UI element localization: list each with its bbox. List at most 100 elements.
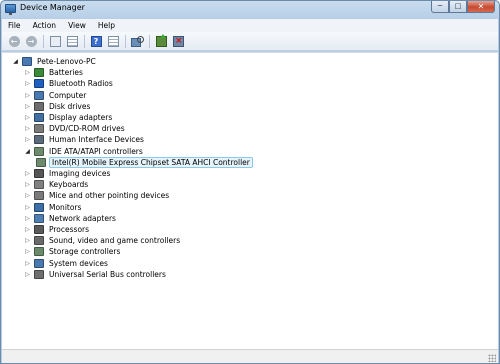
computer-icon: [22, 57, 32, 66]
properties-button[interactable]: [65, 34, 79, 48]
tree-child-item[interactable]: Intel(R) Mobile Express Chipset SATA AHC…: [36, 156, 253, 168]
tree-category[interactable]: ▷ Sound, video and game controllers: [24, 235, 182, 246]
back-icon: ←: [8, 35, 20, 47]
minimize-button[interactable]: ─: [431, 1, 449, 13]
expand-arrow-icon[interactable]: ▷: [24, 260, 31, 267]
tree-category[interactable]: ▷ Network adapters: [24, 213, 118, 224]
tree-category[interactable]: ▷ Monitors: [24, 202, 83, 213]
back-button[interactable]: ←: [7, 34, 21, 48]
tree-category[interactable]: ▷ Processors: [24, 224, 91, 235]
view-button[interactable]: [106, 34, 120, 48]
toolbar-separator: [84, 34, 85, 48]
tree-category[interactable]: ▷ Batteries: [24, 67, 85, 78]
tree-item-label: System devices: [49, 258, 108, 268]
minimize-icon: ─: [437, 2, 443, 10]
status-bar: [2, 349, 498, 363]
toolbar-separator: [43, 34, 44, 48]
tree-item-label: Batteries: [49, 68, 83, 78]
expand-arrow-icon[interactable]: ▷: [24, 248, 31, 255]
system-device-icon: [34, 258, 44, 268]
usb-icon: [34, 269, 44, 279]
scan-hardware-button[interactable]: [130, 34, 144, 48]
show-hide-tree-button[interactable]: [48, 34, 62, 48]
expand-arrow-icon[interactable]: ▷: [24, 237, 31, 244]
device-tree-pane[interactable]: ◢ Pete-Lenovo-PC ▷ Batteries ▷ Bluetooth Ra…: [2, 52, 498, 349]
expand-arrow-icon[interactable]: ▷: [24, 80, 31, 87]
tree-root-label: Pete-Lenovo-PC: [37, 57, 96, 66]
tree-item-label: Intel(R) Mobile Express Chipset SATA AHC…: [49, 156, 253, 168]
tree-category[interactable]: ▷ Mice and other pointing devices: [24, 190, 171, 201]
tree-item-label: Imaging devices: [49, 169, 111, 178]
tree-category[interactable]: ▷ Keyboards: [24, 179, 90, 190]
tree-category[interactable]: ▷ System devices: [24, 258, 110, 269]
dvd-drive-icon: [34, 124, 44, 134]
expand-arrow-icon[interactable]: ▷: [24, 125, 31, 132]
tree-category[interactable]: ▷ Disk drives: [24, 101, 92, 112]
tree-item-label: Keyboards: [49, 180, 89, 190]
menu-bar: File Action View Help: [2, 19, 498, 32]
maximize-button[interactable]: □: [449, 1, 467, 13]
menu-file[interactable]: File: [2, 21, 27, 30]
close-icon: ✕: [477, 1, 485, 11]
maximize-icon: □: [454, 2, 462, 10]
expand-arrow-icon[interactable]: ▷: [24, 170, 31, 177]
battery-icon: [34, 68, 44, 78]
menu-view[interactable]: View: [62, 21, 92, 30]
expand-arrow-icon[interactable]: ▷: [24, 181, 31, 188]
menu-help[interactable]: Help: [92, 21, 121, 30]
toolbar-separator: [149, 34, 150, 48]
menu-action[interactable]: Action: [27, 21, 63, 30]
tree-item-label: Storage controllers: [49, 247, 121, 257]
tree-item-label: Computer: [49, 90, 87, 100]
tree-item-label: Processors: [49, 225, 90, 234]
collapse-arrow-icon[interactable]: ◢: [24, 148, 31, 155]
tree-item-label: Sound, video and game controllers: [49, 236, 181, 246]
tree-category[interactable]: ▷ Display adapters: [24, 112, 114, 123]
close-button[interactable]: ✕: [467, 1, 495, 13]
expand-arrow-icon[interactable]: ▷: [24, 114, 31, 121]
forward-button[interactable]: →: [24, 34, 38, 48]
tree-category[interactable]: ▷ Imaging devices: [24, 168, 112, 179]
expand-arrow-icon[interactable]: ▷: [24, 271, 31, 278]
tree-category[interactable]: ▷ Bluetooth Radios: [24, 78, 115, 89]
expand-arrow-icon[interactable]: ▷: [24, 69, 31, 76]
uninstall-button[interactable]: ×: [171, 34, 185, 48]
camera-icon: [34, 169, 44, 178]
update-driver-button[interactable]: [154, 33, 168, 48]
device-manager-app-icon: [5, 4, 16, 15]
tree-item-label: Network adapters: [49, 213, 116, 223]
tree-category[interactable]: ◢ IDE ATA/ATAPI controllers: [24, 146, 145, 157]
expand-arrow-icon[interactable]: ▷: [24, 103, 31, 110]
title-bar[interactable]: Device Manager ─ □ ✕: [1, 1, 499, 17]
tree-category[interactable]: ▷ Universal Serial Bus controllers: [24, 269, 168, 280]
update-driver-icon: [155, 33, 167, 47]
tree-category[interactable]: ▷ Computer: [24, 90, 88, 101]
expand-arrow-icon[interactable]: ▷: [24, 204, 31, 211]
forward-icon: →: [25, 35, 37, 47]
tree-item-label: DVD/CD-ROM drives: [49, 124, 125, 134]
disk-drive-icon: [34, 101, 44, 111]
expand-arrow-icon[interactable]: ▷: [24, 92, 31, 99]
scan-hardware-icon: [131, 35, 144, 47]
expand-arrow-icon[interactable]: ▷: [24, 136, 31, 143]
tree-item-label: Disk drives: [49, 101, 91, 111]
tree-item-label: Universal Serial Bus controllers: [49, 269, 166, 279]
network-adapter-icon: [34, 213, 44, 223]
collapse-arrow-icon[interactable]: ◢: [12, 58, 19, 65]
device-manager-window: Device Manager ─ □ ✕ File Action View He…: [0, 0, 500, 364]
help-icon: ?: [90, 35, 102, 47]
expand-arrow-icon[interactable]: ▷: [24, 226, 31, 233]
expand-arrow-icon[interactable]: ▷: [24, 192, 31, 199]
resize-grip-icon[interactable]: [488, 354, 496, 362]
tree-item-label: Human Interface Devices: [49, 135, 144, 145]
hid-icon: [34, 135, 44, 145]
tree-category[interactable]: ▷ DVD/CD-ROM drives: [24, 123, 127, 134]
tree-item-label: Monitors: [49, 202, 82, 212]
controller-icon: [36, 157, 46, 167]
storage-controller-icon: [34, 247, 44, 257]
help-button[interactable]: ?: [89, 34, 103, 48]
tree-root[interactable]: ◢ Pete-Lenovo-PC: [12, 56, 98, 67]
tree-category[interactable]: ▷ Human Interface Devices: [24, 134, 146, 145]
tree-category[interactable]: ▷ Storage controllers: [24, 246, 122, 257]
expand-arrow-icon[interactable]: ▷: [24, 215, 31, 222]
